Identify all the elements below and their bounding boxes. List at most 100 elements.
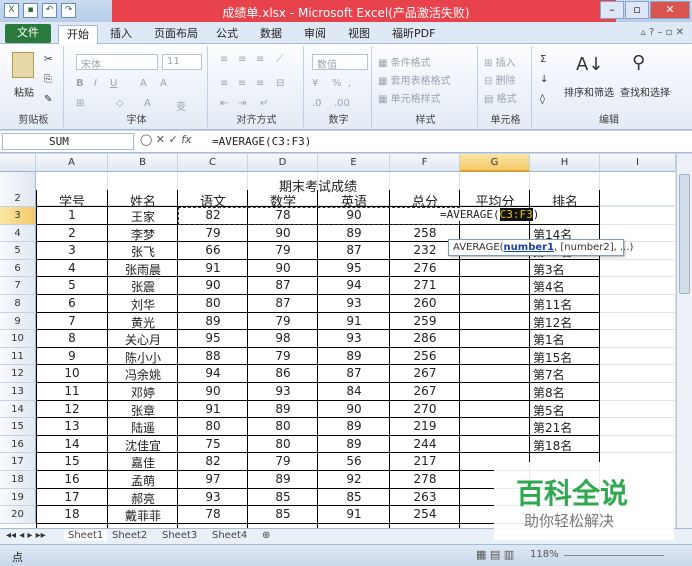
table-cell[interactable]: 8 bbox=[36, 331, 108, 345]
underline-icon[interactable]: U bbox=[110, 78, 117, 89]
fill-icon[interactable]: ↓ bbox=[540, 74, 548, 85]
row-header[interactable]: 18 bbox=[0, 471, 36, 489]
table-cell[interactable]: 87 bbox=[318, 243, 390, 257]
tab-review[interactable]: 审阅 bbox=[296, 25, 334, 44]
table-header[interactable]: 排名 bbox=[530, 191, 600, 210]
table-cell[interactable]: 91 bbox=[178, 261, 248, 275]
table-cell[interactable]: 89 bbox=[318, 226, 390, 240]
table-cell[interactable]: 267 bbox=[390, 366, 460, 380]
table-cell[interactable]: 286 bbox=[390, 331, 460, 345]
row-header[interactable]: 16 bbox=[0, 435, 36, 454]
tab-view[interactable]: 视图 bbox=[340, 25, 378, 44]
fill-color-icon[interactable]: ◇ bbox=[116, 98, 124, 109]
table-cell[interactable]: 陆遥 bbox=[108, 419, 178, 436]
table-cell[interactable]: 87 bbox=[248, 296, 318, 310]
column-header[interactable]: D bbox=[248, 154, 318, 172]
row-header[interactable]: 14 bbox=[0, 400, 36, 419]
zoom-level[interactable]: 118% bbox=[530, 549, 559, 560]
row-header[interactable]: 19 bbox=[0, 488, 36, 507]
table-cell[interactable]: 219 bbox=[390, 419, 460, 433]
table-cell[interactable]: 第5名 bbox=[530, 402, 600, 419]
font-name-select[interactable]: 宋体 bbox=[76, 54, 158, 71]
tab-home[interactable]: 开始 bbox=[58, 25, 98, 44]
sheet-tab-3[interactable]: Sheet3 bbox=[162, 530, 197, 541]
table-cell[interactable]: 关心月 bbox=[108, 331, 178, 348]
table-cell[interactable]: 89 bbox=[318, 349, 390, 363]
table-cell[interactable]: 79 bbox=[248, 314, 318, 328]
tab-page-layout[interactable]: 页面布局 bbox=[146, 25, 206, 44]
row-header[interactable]: 10 bbox=[0, 330, 36, 348]
table-cell[interactable]: 第8名 bbox=[530, 384, 600, 401]
table-cell[interactable]: 郝亮 bbox=[108, 490, 178, 507]
ribbon-help-controls[interactable]: ▵ ? – ▫ ✕ bbox=[641, 27, 684, 38]
minimize-button[interactable]: – bbox=[600, 1, 624, 19]
table-cell[interactable]: 1 bbox=[36, 208, 108, 222]
number-format-select[interactable]: 数值 bbox=[312, 54, 368, 71]
table-cell[interactable]: 90 bbox=[178, 278, 248, 292]
table-cell[interactable]: 80 bbox=[178, 419, 248, 433]
table-cell[interactable]: 邓婷 bbox=[108, 384, 178, 401]
table-cell[interactable]: 85 bbox=[248, 507, 318, 521]
close-button[interactable]: ✕ bbox=[650, 1, 690, 19]
column-header[interactable]: F bbox=[390, 154, 460, 172]
row-header[interactable]: 12 bbox=[0, 365, 36, 383]
table-cell[interactable]: 第7名 bbox=[530, 366, 600, 383]
table-cell[interactable]: 张雨晨 bbox=[108, 261, 178, 278]
table-cell[interactable]: 张飞 bbox=[108, 243, 178, 260]
table-cell[interactable]: 第12名 bbox=[530, 314, 600, 331]
table-cell[interactable]: 84 bbox=[318, 384, 390, 398]
sheet-tab-4[interactable]: Sheet4 bbox=[212, 530, 247, 541]
table-cell[interactable]: 戴菲菲 bbox=[108, 507, 178, 524]
table-cell[interactable]: 56 bbox=[318, 454, 390, 468]
sheet-tab-2[interactable]: Sheet2 bbox=[112, 530, 147, 541]
row-header[interactable]: 20 bbox=[0, 506, 36, 524]
table-cell[interactable]: 第15名 bbox=[530, 349, 600, 366]
column-header[interactable]: E bbox=[318, 154, 390, 172]
comma-icon[interactable]: , bbox=[348, 78, 351, 89]
name-box[interactable]: SUM bbox=[2, 133, 134, 150]
table-cell[interactable]: 5 bbox=[36, 278, 108, 292]
align-top-icon[interactable]: ≡ bbox=[220, 54, 228, 65]
table-cell[interactable]: 90 bbox=[318, 402, 390, 416]
row-header[interactable]: 17 bbox=[0, 453, 36, 471]
row-header[interactable]: 8 bbox=[0, 295, 36, 313]
table-cell[interactable]: 92 bbox=[318, 472, 390, 486]
tab-data[interactable]: 数据 bbox=[252, 25, 290, 44]
table-cell[interactable]: 李梦 bbox=[108, 226, 178, 243]
table-cell[interactable]: 88 bbox=[178, 349, 248, 363]
table-cell[interactable]: 7 bbox=[36, 314, 108, 328]
table-cell[interactable]: 9 bbox=[36, 349, 108, 363]
select-all-corner[interactable] bbox=[0, 154, 36, 172]
find-select-button[interactable]: 查找和选择 bbox=[620, 84, 670, 99]
sort-filter-button[interactable]: 排序和筛选 bbox=[564, 84, 614, 99]
table-cell[interactable]: 93 bbox=[248, 384, 318, 398]
column-header[interactable]: C bbox=[178, 154, 248, 172]
autosum-icon[interactable]: Σ bbox=[540, 54, 546, 65]
orientation-icon[interactable]: ⟋ bbox=[276, 54, 283, 65]
table-cell[interactable]: 12 bbox=[36, 402, 108, 416]
font-size-select[interactable]: 11 bbox=[162, 54, 202, 70]
table-cell[interactable]: 79 bbox=[248, 349, 318, 363]
table-cell[interactable]: 第1名 bbox=[530, 331, 600, 348]
delete-cells-button[interactable]: ⊟ 删除 bbox=[484, 72, 516, 87]
merge-icon[interactable]: ⊟ bbox=[276, 78, 284, 89]
row-header[interactable]: 5 bbox=[0, 242, 36, 260]
table-cell[interactable]: 17 bbox=[36, 490, 108, 504]
decrease-decimal-icon[interactable]: .00 bbox=[334, 98, 350, 109]
align-left-icon[interactable]: ≡ bbox=[220, 78, 228, 89]
sort-filter-icon[interactable]: A↓ bbox=[576, 54, 603, 75]
table-cell[interactable]: 256 bbox=[390, 349, 460, 363]
table-cell[interactable]: 张震 bbox=[108, 278, 178, 295]
percent-icon[interactable]: % bbox=[332, 78, 342, 89]
row-header[interactable]: 9 bbox=[0, 312, 36, 331]
table-cell[interactable]: 94 bbox=[318, 278, 390, 292]
table-cell[interactable]: 278 bbox=[390, 472, 460, 486]
table-cell[interactable]: 267 bbox=[390, 384, 460, 398]
table-cell[interactable]: 259 bbox=[390, 314, 460, 328]
maximize-button[interactable]: ▫ bbox=[625, 1, 649, 19]
tab-file[interactable]: 文件 bbox=[5, 24, 51, 43]
align-center-icon[interactable]: ≡ bbox=[238, 78, 246, 89]
table-cell[interactable]: 85 bbox=[248, 490, 318, 504]
find-select-icon[interactable]: ⚲ bbox=[632, 52, 645, 73]
table-cell[interactable]: 95 bbox=[318, 261, 390, 275]
